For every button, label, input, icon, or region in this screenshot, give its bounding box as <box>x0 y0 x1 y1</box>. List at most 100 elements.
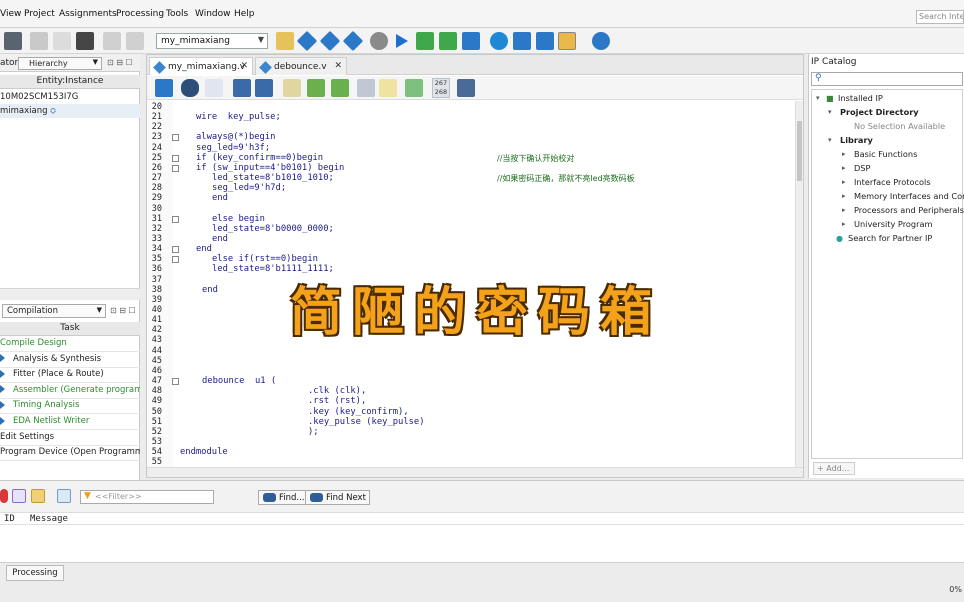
menu-window[interactable]: Window <box>195 9 231 19</box>
find-next-button[interactable]: Find Next <box>305 490 370 505</box>
start-compile-icon[interactable] <box>396 34 408 48</box>
task-item[interactable]: Timing Analysis <box>0 400 140 415</box>
analysis-start-icon[interactable] <box>416 32 434 50</box>
stop-icon[interactable] <box>370 32 388 50</box>
ip-tree-item[interactable]: DSP <box>854 163 870 173</box>
menu-processing[interactable]: Processing <box>116 9 164 19</box>
analysis-icon[interactable] <box>296 30 318 52</box>
menu-project[interactable]: Project <box>24 9 55 19</box>
list-icon[interactable] <box>457 79 475 97</box>
add-ip-button[interactable]: + Add... <box>813 462 855 475</box>
tree-arrow-icon[interactable]: ▾ <box>828 136 832 144</box>
flow-icon[interactable] <box>342 30 364 52</box>
expand-arrow-icon[interactable] <box>0 400 5 409</box>
netlist-icon[interactable] <box>513 32 531 50</box>
tab-debounce[interactable]: debounce.v ✕ <box>255 57 347 75</box>
attach-icon[interactable] <box>357 79 375 97</box>
expand-arrow-icon[interactable] <box>0 416 5 425</box>
task-item[interactable]: Program Device (Open Programmer) <box>0 447 140 462</box>
fitter-icon[interactable] <box>462 32 480 50</box>
check-icon[interactable] <box>319 30 341 52</box>
ip-tree-item[interactable]: Interface Protocols <box>854 177 931 187</box>
tab-processing[interactable]: Processing <box>6 565 64 581</box>
template-icon[interactable] <box>379 79 397 97</box>
tree-arrow-icon[interactable]: ▸ <box>842 178 846 186</box>
panel-controls-icon[interactable]: ⊡ ⊟ ☐ <box>110 306 136 315</box>
device-item[interactable]: 10M02SCM153I7G <box>0 90 140 104</box>
task-item[interactable]: Analysis & Synthesis <box>0 354 140 368</box>
scroll-thumb[interactable] <box>797 121 802 181</box>
fold-toggle[interactable] <box>172 154 179 162</box>
project-select[interactable]: my_mimaxiang ▼ <box>156 33 268 49</box>
timing-icon[interactable] <box>490 32 508 50</box>
copy-icon[interactable] <box>53 32 71 50</box>
pin-icon[interactable]: ⊡ ⊟ ☐ <box>107 58 133 67</box>
fold-toggle[interactable] <box>172 215 179 223</box>
find-icon[interactable] <box>181 79 199 97</box>
line-number-toggle[interactable]: 267 268 <box>432 78 450 98</box>
next-bookmark-icon[interactable] <box>307 79 325 97</box>
tree-arrow-icon[interactable]: ▾ <box>816 94 820 102</box>
ip-tree-item[interactable]: Project Directory <box>840 107 919 117</box>
close-icon[interactable]: ✕ <box>334 61 342 71</box>
expand-arrow-icon[interactable] <box>0 385 5 394</box>
ip-tree-item[interactable]: Basic Functions <box>854 149 917 159</box>
close-icon[interactable]: ✕ <box>240 61 248 71</box>
fold-toggle[interactable] <box>172 134 179 142</box>
cut-icon[interactable] <box>30 32 48 50</box>
tree-arrow-icon[interactable]: ▸ <box>842 150 846 158</box>
tree-arrow-icon[interactable]: ▸ <box>842 164 846 172</box>
undo-icon[interactable] <box>103 32 121 50</box>
warning-icon[interactable] <box>31 489 45 503</box>
tab-my-mimaxiang[interactable]: my_mimaxiang.v ✕ <box>149 57 253 75</box>
error-filter-icon[interactable] <box>0 489 8 503</box>
flow-select[interactable]: Compilation ▼ <box>2 304 106 318</box>
task-item[interactable]: Edit Settings <box>0 432 140 446</box>
expand-arrow-icon[interactable] <box>0 354 5 363</box>
task-item[interactable]: Assembler (Generate programming <box>0 385 140 399</box>
info-filter-icon[interactable] <box>57 489 71 503</box>
message-filter-input[interactable]: ▼ <<Filter>> <box>80 490 214 504</box>
bookmark-icon[interactable] <box>283 79 301 97</box>
horizontal-scrollbar[interactable] <box>147 467 803 477</box>
pencil-icon[interactable] <box>276 32 294 50</box>
ip-tree-item[interactable]: Processors and Peripherals <box>854 205 964 215</box>
menu-assignments[interactable]: Assignments <box>59 9 117 19</box>
task-item[interactable]: Compile Design <box>0 338 140 352</box>
indent-icon[interactable] <box>233 79 251 97</box>
chip-planner-icon[interactable] <box>536 32 554 50</box>
fold-toggle[interactable] <box>172 256 179 264</box>
insert-icon[interactable] <box>405 79 423 97</box>
programmer-icon[interactable] <box>558 32 576 50</box>
hierarchy-select[interactable]: Hierarchy ▼ <box>18 57 102 70</box>
ip-tree-item[interactable]: University Program <box>854 219 932 229</box>
ip-tree-item[interactable]: Library <box>840 135 873 145</box>
top-entity-item[interactable]: mimaxiang ⛭ <box>0 104 140 118</box>
save-icon[interactable] <box>4 32 22 50</box>
expand-arrow-icon[interactable] <box>0 369 5 378</box>
prev-bookmark-icon[interactable] <box>331 79 349 97</box>
tree-arrow-icon[interactable]: ▸ <box>842 206 846 214</box>
ip-search-input[interactable]: ⚲ <box>811 72 963 86</box>
horizontal-scrollbar[interactable] <box>0 288 140 298</box>
vertical-scrollbar[interactable] <box>795 101 803 467</box>
menu-view[interactable]: View <box>0 9 21 19</box>
block-icon[interactable] <box>155 79 173 97</box>
ip-tree-item[interactable]: Memory Interfaces and Controllers <box>854 191 964 201</box>
ip-tree-item[interactable]: Search for Partner IP <box>848 233 932 243</box>
help-chat-icon[interactable] <box>592 32 610 50</box>
search-input[interactable]: Search Intel <box>916 10 964 24</box>
fold-toggle[interactable] <box>172 246 179 254</box>
task-item[interactable]: EDA Netlist Writer <box>0 416 140 430</box>
fold-toggle[interactable] <box>172 378 179 386</box>
critical-warning-icon[interactable] <box>12 489 26 503</box>
outdent-icon[interactable] <box>255 79 273 97</box>
fold-toggle[interactable] <box>172 164 179 172</box>
menu-tools[interactable]: Tools <box>166 9 188 19</box>
ip-tree-item[interactable]: Installed IP <box>838 93 883 103</box>
tree-arrow-icon[interactable]: ▸ <box>842 220 846 228</box>
menu-help[interactable]: Help <box>234 9 255 19</box>
synthesis-icon[interactable] <box>439 32 457 50</box>
tree-arrow-icon[interactable]: ▾ <box>828 108 832 116</box>
tree-arrow-icon[interactable]: ▸ <box>842 192 846 200</box>
